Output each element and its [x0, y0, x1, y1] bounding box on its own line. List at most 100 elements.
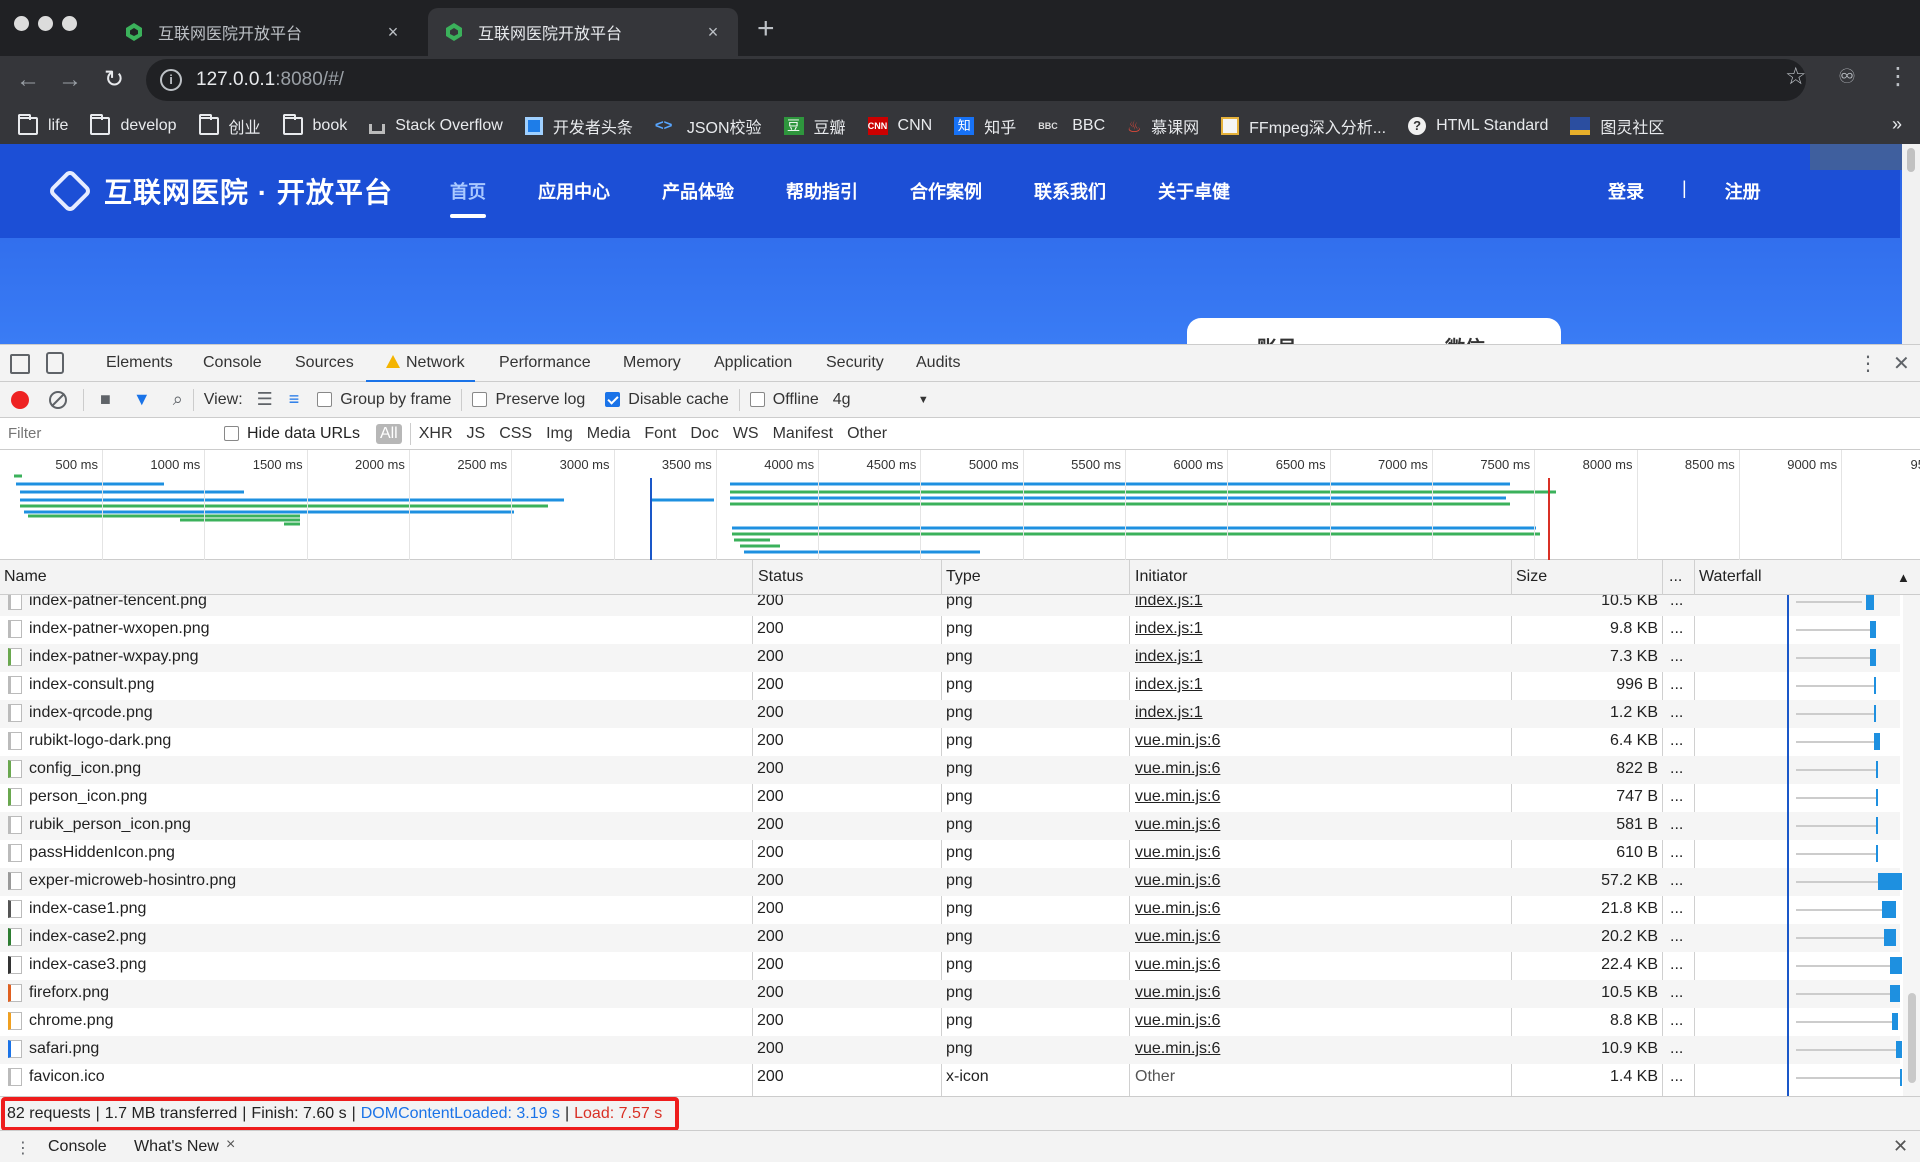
preserve-log-toggle[interactable]: Preserve log	[472, 391, 585, 409]
table-row[interactable]: rubik_person_icon.png 200 png vue.min.js:6 5…	[0, 812, 1900, 840]
table-row[interactable]: config_icon.png 200 png vue.min.js:6 822 B..…	[0, 756, 1900, 784]
search-icon[interactable]: ⌕	[173, 389, 183, 410]
request-initiator[interactable]: vue.min.js:6	[1135, 732, 1220, 750]
request-initiator[interactable]: vue.min.js:6	[1135, 760, 1220, 778]
table-row[interactable]: passHiddenIcon.png 200 png vue.min.js:6 610 …	[0, 840, 1900, 868]
bookmark-star-icon[interactable]: ☆	[1785, 62, 1807, 91]
bookmark-life[interactable]: life	[18, 114, 68, 135]
filter-type-img[interactable]: Img	[546, 425, 573, 443]
network-overview[interactable]: 500 ms 1000 ms 1500 ms 2000 ms 2500 ms 3000 m…	[0, 450, 1920, 560]
disable-cache-toggle[interactable]: Disable cache	[605, 391, 729, 409]
request-initiator[interactable]: vue.min.js:6	[1135, 984, 1220, 1002]
table-scrollbar[interactable]	[1903, 595, 1920, 1096]
filter-type-ws[interactable]: WS	[733, 425, 759, 443]
bookmark-zhihu[interactable]: 知知乎	[954, 114, 1016, 138]
nav-cases[interactable]: 合作案例	[910, 178, 982, 204]
table-row[interactable]: exper-microweb-hosintro.png 200 png vue.min…	[0, 868, 1902, 896]
register-link[interactable]: 注册	[1725, 178, 1761, 204]
bookmark-douban[interactable]: 豆豆瓣	[783, 114, 846, 138]
filter-type-css[interactable]: CSS	[499, 425, 532, 443]
nav-product-experience[interactable]: 产品体验	[662, 178, 734, 204]
drawer-tab-console[interactable]: Console	[48, 1138, 107, 1156]
close-tab-icon[interactable]: ×	[384, 22, 402, 43]
table-row[interactable]: index-patner-wxpay.png 200 png index.js:1 7.…	[0, 644, 1900, 672]
close-tab-icon[interactable]: ×	[704, 22, 722, 43]
table-row[interactable]: index-case3.png 200 png vue.min.js:6 22.4 KB…	[0, 952, 1902, 980]
element-picker-icon[interactable]	[10, 354, 30, 374]
devtools-menu-icon[interactable]: ⋮	[1858, 351, 1878, 376]
devtools-tab-security[interactable]: Security	[826, 354, 884, 372]
checkbox-checked[interactable]	[605, 392, 621, 407]
filter-type-manifest[interactable]: Manifest	[773, 425, 833, 443]
filter-type-doc[interactable]: Doc	[690, 425, 718, 443]
drawer-tab-whats-new[interactable]: What's New	[134, 1138, 219, 1156]
table-row[interactable]: rubikt-logo-dark.png 200 png vue.min.js:6 6.…	[0, 728, 1900, 756]
window-zoom-button[interactable]	[62, 16, 77, 31]
table-row[interactable]: chrome.png 200 png vue.min.js:6 8.8 KB...	[0, 1008, 1900, 1036]
page-scrollbar[interactable]	[1902, 144, 1920, 344]
address-bar[interactable]: i 127.0.0.1 :8080/#/	[146, 59, 1806, 101]
hide-data-urls-toggle[interactable]: Hide data URLs	[224, 425, 360, 443]
filter-type-other[interactable]: Other	[847, 425, 887, 443]
devtools-tab-performance[interactable]: Performance	[499, 354, 591, 372]
filter-type-js[interactable]: JS	[467, 425, 486, 443]
window-close-button[interactable]	[14, 16, 29, 31]
close-drawer-icon[interactable]: ✕	[1893, 1136, 1908, 1157]
nav-about[interactable]: 关于卓健	[1158, 178, 1230, 204]
filter-type-media[interactable]: Media	[587, 425, 631, 443]
login-link[interactable]: 登录	[1608, 178, 1644, 204]
devtools-tab-network[interactable]: Network	[366, 354, 475, 382]
browser-tab-1[interactable]: 互联网医院开放平台 ×	[108, 8, 418, 56]
bookmark-book[interactable]: book	[282, 114, 347, 135]
table-row[interactable]: person_icon.png 200 png vue.min.js:6 747 B..…	[0, 784, 1900, 812]
col-header-waterfall[interactable]: Waterfall	[1699, 568, 1762, 586]
request-initiator[interactable]: vue.min.js:6	[1135, 844, 1220, 862]
request-initiator[interactable]: index.js:1	[1135, 648, 1203, 666]
filter-type-all[interactable]: All	[375, 423, 402, 444]
col-header-status[interactable]: Status	[758, 568, 803, 586]
forward-arrow-icon[interactable]: →	[52, 62, 88, 98]
bookmark-html-standard[interactable]: ? HTML Standard	[1408, 117, 1548, 135]
devtools-tab-elements[interactable]: Elements	[106, 354, 173, 372]
offline-toggle[interactable]: Offline	[749, 391, 819, 409]
record-icon[interactable]	[11, 390, 29, 409]
waterfall-view-icon[interactable]: ≡	[289, 389, 300, 410]
list-view-icon[interactable]: ☰	[257, 389, 273, 410]
clear-icon[interactable]	[49, 390, 67, 409]
request-initiator[interactable]: index.js:1	[1135, 620, 1203, 638]
table-row[interactable]: index-patner-tencent.png 200 png index.js:1…	[0, 595, 1900, 616]
close-drawer-tab-icon[interactable]: ×	[226, 1136, 235, 1154]
devtools-tab-audits[interactable]: Audits	[916, 354, 960, 372]
group-by-frame-toggle[interactable]: Group by frame	[317, 391, 451, 409]
devtools-tab-application[interactable]: Application	[714, 354, 792, 372]
request-initiator[interactable]: vue.min.js:6	[1135, 956, 1220, 974]
col-header-more[interactable]: ...	[1669, 568, 1682, 586]
window-minimize-button[interactable]	[38, 16, 53, 31]
request-initiator[interactable]: vue.min.js:6	[1135, 900, 1220, 918]
filter-funnel-icon[interactable]: ▼	[133, 389, 151, 410]
filter-type-xhr[interactable]: XHR	[419, 425, 453, 443]
new-tab-button[interactable]: +	[757, 12, 775, 46]
request-initiator[interactable]: vue.min.js:6	[1135, 816, 1220, 834]
col-header-initiator[interactable]: Initiator	[1135, 568, 1187, 586]
checkbox[interactable]	[317, 392, 333, 407]
device-toolbar-icon[interactable]	[46, 352, 64, 374]
col-header-type[interactable]: Type	[946, 568, 981, 586]
request-initiator[interactable]: vue.min.js:6	[1135, 872, 1220, 890]
bookmark-json[interactable]: <> JSON校验	[655, 114, 762, 138]
filter-type-font[interactable]: Font	[644, 425, 676, 443]
table-row[interactable]: fireforx.png 200 png vue.min.js:6 10.5 KB...	[0, 980, 1900, 1008]
bookmarks-overflow-icon[interactable]: »	[1892, 114, 1902, 135]
table-row[interactable]: index-case2.png 200 png vue.min.js:6 20.2 KB…	[0, 924, 1900, 952]
browser-menu-icon[interactable]: ⋮	[1886, 62, 1910, 91]
nav-home[interactable]: 首页	[450, 178, 486, 218]
table-row[interactable]: index-qrcode.png 200 png index.js:1 1.2 KB..…	[0, 700, 1900, 728]
table-row[interactable]: safari.png 200 png vue.min.js:6 10.9 KB...	[0, 1036, 1902, 1064]
login-tab-wechat[interactable]: 微信	[1445, 332, 1485, 344]
login-tab-account[interactable]: 账号	[1257, 332, 1297, 344]
reload-icon[interactable]: ↻	[96, 62, 132, 98]
request-initiator[interactable]: index.js:1	[1135, 704, 1203, 722]
extension-icon[interactable]: ♾	[1838, 64, 1856, 89]
request-initiator[interactable]: vue.min.js:6	[1135, 788, 1220, 806]
col-header-name[interactable]: Name	[4, 568, 47, 586]
